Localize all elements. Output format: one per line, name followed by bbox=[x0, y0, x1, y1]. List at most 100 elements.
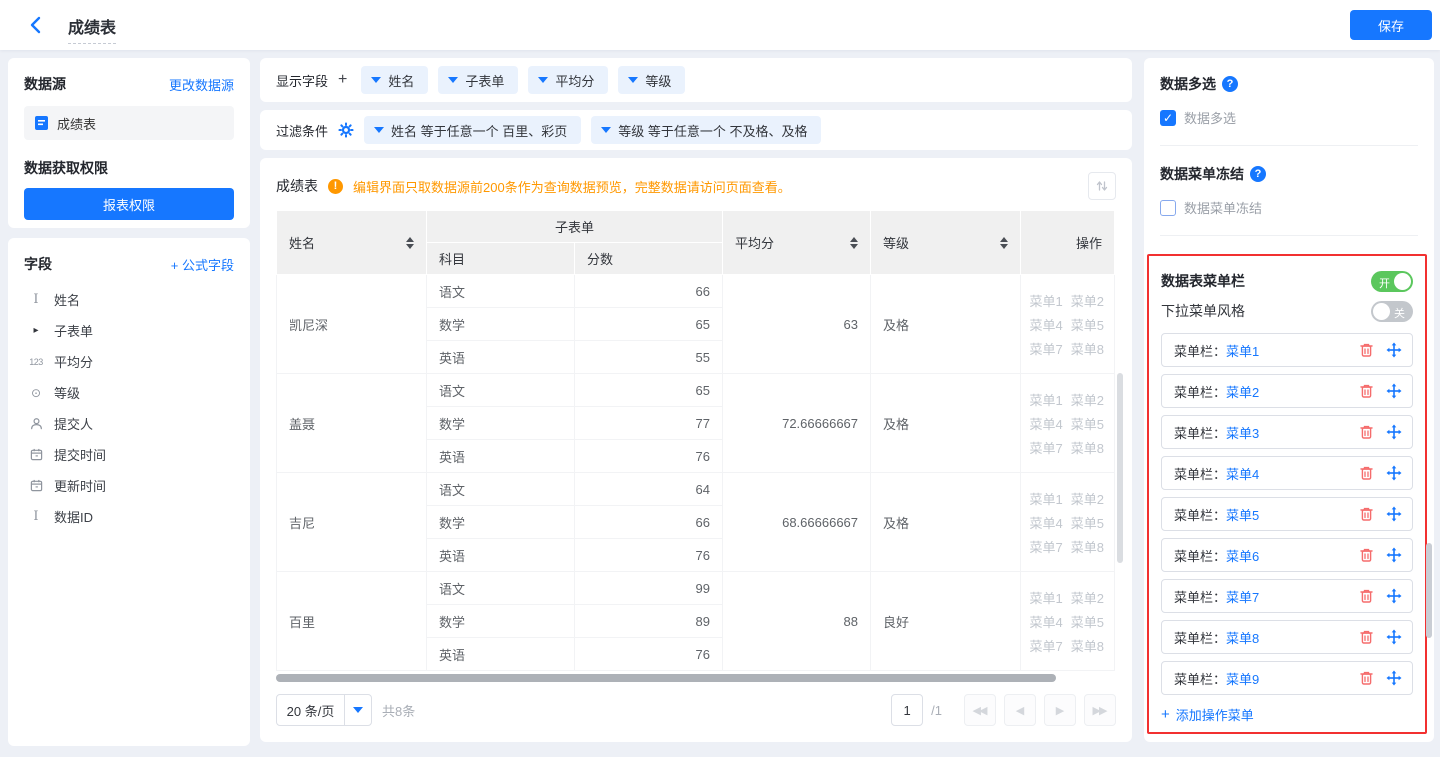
trash-icon[interactable] bbox=[1359, 588, 1374, 604]
page-size-select[interactable]: 20 条/页 bbox=[276, 694, 372, 726]
menu-item-name-link[interactable]: 菜单3 bbox=[1226, 426, 1259, 441]
menu-item-name-link[interactable]: 菜单7 bbox=[1226, 590, 1259, 605]
move-icon[interactable] bbox=[1386, 629, 1402, 645]
pagination-prev-button[interactable]: ◀ bbox=[1004, 694, 1036, 726]
trash-icon[interactable] bbox=[1359, 383, 1374, 399]
menu-item-name-link[interactable]: 菜单6 bbox=[1226, 549, 1259, 564]
row-action-link[interactable]: 菜单8 bbox=[1071, 339, 1104, 358]
menu-item-name-link[interactable]: 菜单4 bbox=[1226, 467, 1259, 482]
menu-bar-toggle[interactable]: 开 bbox=[1371, 271, 1413, 292]
freeze-checkbox[interactable] bbox=[1160, 200, 1176, 216]
row-action-link[interactable]: 菜单7 bbox=[1030, 438, 1063, 457]
help-icon[interactable]: ? bbox=[1250, 166, 1266, 182]
row-action-link[interactable]: 菜单5 bbox=[1071, 612, 1104, 631]
menu-item-row[interactable]: 菜单栏：菜单9 bbox=[1161, 661, 1413, 695]
page-number-input[interactable]: 1 bbox=[891, 694, 923, 726]
sort-caret-icon[interactable] bbox=[850, 237, 858, 249]
menu-item-row[interactable]: 菜单栏：菜单1 bbox=[1161, 333, 1413, 367]
menu-item-row[interactable]: 菜单栏：菜单7 bbox=[1161, 579, 1413, 613]
pagination-first-button[interactable]: ◀◀ bbox=[964, 694, 996, 726]
add-display-field-button[interactable]: + bbox=[338, 71, 347, 89]
move-icon[interactable] bbox=[1386, 547, 1402, 563]
trash-icon[interactable] bbox=[1359, 465, 1374, 481]
field-item-submit-time[interactable]: 提交时间 bbox=[24, 439, 234, 470]
trash-icon[interactable] bbox=[1359, 424, 1374, 440]
table-row[interactable]: 盖聂 语文 65 72.66666667 及格 菜单1菜单2 菜单4菜单5 菜单… bbox=[277, 374, 1115, 407]
menu-item-row[interactable]: 菜单栏：菜单4 bbox=[1161, 456, 1413, 490]
field-chip-average[interactable]: 平均分 bbox=[528, 66, 608, 94]
row-action-link[interactable]: 菜单8 bbox=[1071, 636, 1104, 655]
row-action-link[interactable]: 菜单1 bbox=[1030, 291, 1063, 310]
horizontal-scrollbar[interactable] bbox=[276, 674, 1056, 682]
row-action-link[interactable]: 菜单5 bbox=[1071, 513, 1104, 532]
move-icon[interactable] bbox=[1386, 506, 1402, 522]
field-item-name[interactable]: I姓名 bbox=[24, 284, 234, 315]
menu-item-row[interactable]: 菜单栏：菜单2 bbox=[1161, 374, 1413, 408]
row-action-link[interactable]: 菜单7 bbox=[1030, 636, 1063, 655]
column-header-grade[interactable]: 等级 bbox=[871, 211, 1021, 275]
move-icon[interactable] bbox=[1386, 342, 1402, 358]
row-action-link[interactable]: 菜单4 bbox=[1030, 612, 1063, 631]
menu-item-row[interactable]: 菜单栏：菜单8 bbox=[1161, 620, 1413, 654]
sort-order-button[interactable] bbox=[1088, 172, 1116, 200]
row-action-link[interactable]: 菜单2 bbox=[1071, 489, 1104, 508]
table-row[interactable]: 百里 语文 99 88 良好 菜单1菜单2 菜单4菜单5 菜单7菜单8 bbox=[277, 572, 1115, 605]
field-item-subform[interactable]: ▸子表单 bbox=[24, 315, 234, 346]
row-action-link[interactable]: 菜单5 bbox=[1071, 414, 1104, 433]
field-item-submitter[interactable]: 提交人 bbox=[24, 408, 234, 439]
sort-caret-icon[interactable] bbox=[1000, 237, 1008, 249]
page-title[interactable]: 成绩表 bbox=[68, 14, 116, 44]
field-chip-subform[interactable]: 子表单 bbox=[438, 66, 518, 94]
row-action-link[interactable]: 菜单7 bbox=[1030, 339, 1063, 358]
move-icon[interactable] bbox=[1386, 465, 1402, 481]
row-action-link[interactable]: 菜单8 bbox=[1071, 537, 1104, 556]
datasource-item[interactable]: 成绩表 bbox=[24, 106, 234, 140]
menu-item-name-link[interactable]: 菜单9 bbox=[1226, 672, 1259, 687]
trash-icon[interactable] bbox=[1359, 670, 1374, 686]
trash-icon[interactable] bbox=[1359, 506, 1374, 522]
multi-select-checkbox[interactable]: ✓ bbox=[1160, 110, 1176, 126]
row-action-link[interactable]: 菜单2 bbox=[1071, 390, 1104, 409]
save-button[interactable]: 保存 bbox=[1350, 10, 1432, 40]
pagination-last-button[interactable]: ▶▶ bbox=[1084, 694, 1116, 726]
trash-icon[interactable] bbox=[1359, 342, 1374, 358]
menu-item-row[interactable]: 菜单栏：菜单6 bbox=[1161, 538, 1413, 572]
move-icon[interactable] bbox=[1386, 588, 1402, 604]
move-icon[interactable] bbox=[1386, 383, 1402, 399]
menu-item-name-link[interactable]: 菜单5 bbox=[1226, 508, 1259, 523]
row-action-link[interactable]: 菜单1 bbox=[1030, 489, 1063, 508]
table-row[interactable]: 吉尼 语文 64 68.66666667 及格 菜单1菜单2 菜单4菜单5 菜单… bbox=[277, 473, 1115, 506]
gear-icon[interactable] bbox=[338, 122, 354, 138]
dropdown-style-toggle[interactable]: 关 bbox=[1371, 301, 1413, 322]
menu-item-row[interactable]: 菜单栏：菜单3 bbox=[1161, 415, 1413, 449]
field-item-data-id[interactable]: I数据ID bbox=[24, 501, 234, 532]
filter-chip-grade[interactable]: 等级 等于任意一个 不及格、及格 bbox=[591, 116, 821, 144]
row-action-link[interactable]: 菜单5 bbox=[1071, 315, 1104, 334]
menu-item-row[interactable]: 菜单栏：菜单5 bbox=[1161, 497, 1413, 531]
field-item-average[interactable]: 123平均分 bbox=[24, 346, 234, 377]
back-button[interactable] bbox=[24, 14, 46, 36]
trash-icon[interactable] bbox=[1359, 629, 1374, 645]
field-item-update-time[interactable]: 更新时间 bbox=[24, 470, 234, 501]
menu-item-name-link[interactable]: 菜单2 bbox=[1226, 385, 1259, 400]
row-action-link[interactable]: 菜单4 bbox=[1030, 414, 1063, 433]
report-permission-button[interactable]: 报表权限 bbox=[24, 188, 234, 220]
help-icon[interactable]: ? bbox=[1222, 76, 1238, 92]
trash-icon[interactable] bbox=[1359, 547, 1374, 563]
add-formula-field-link[interactable]: + 公式字段 bbox=[171, 255, 234, 274]
field-item-grade[interactable]: ⊙等级 bbox=[24, 377, 234, 408]
table-row[interactable]: 凯尼深 语文 66 63 及格 菜单1菜单2 菜单4菜单5 菜单7菜单8 bbox=[277, 275, 1115, 308]
row-action-link[interactable]: 菜单2 bbox=[1071, 588, 1104, 607]
pagination-next-button[interactable]: ▶ bbox=[1044, 694, 1076, 726]
row-action-link[interactable]: 菜单8 bbox=[1071, 438, 1104, 457]
row-action-link[interactable]: 菜单1 bbox=[1030, 588, 1063, 607]
row-action-link[interactable]: 菜单4 bbox=[1030, 315, 1063, 334]
move-icon[interactable] bbox=[1386, 670, 1402, 686]
column-header-name[interactable]: 姓名 bbox=[277, 211, 427, 275]
filter-chip-name[interactable]: 姓名 等于任意一个 百里、彩页 bbox=[364, 116, 581, 144]
sort-caret-icon[interactable] bbox=[406, 237, 414, 249]
panel-scrollbar[interactable] bbox=[1426, 543, 1432, 638]
field-chip-name[interactable]: 姓名 bbox=[361, 66, 428, 94]
move-icon[interactable] bbox=[1386, 424, 1402, 440]
row-action-link[interactable]: 菜单1 bbox=[1030, 390, 1063, 409]
